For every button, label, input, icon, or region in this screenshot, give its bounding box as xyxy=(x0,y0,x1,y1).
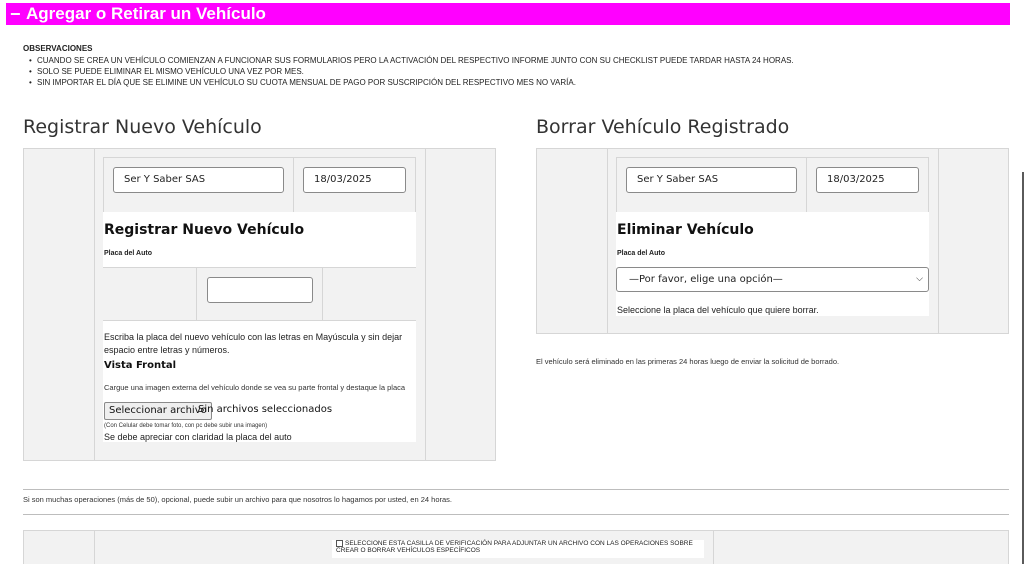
list-item: SOLO SE PUEDE ELIMINAR EL MISMO VEHÍCULO… xyxy=(29,66,794,77)
divider xyxy=(322,267,323,321)
divider xyxy=(23,489,1009,490)
company-field[interactable]: Ser Y Saber SAS xyxy=(626,167,797,193)
divider xyxy=(425,148,426,461)
plate-input[interactable] xyxy=(207,277,313,303)
company-field[interactable]: Ser Y Saber SAS xyxy=(113,167,284,193)
bulk-checkbox[interactable] xyxy=(336,540,343,547)
divider xyxy=(928,157,929,212)
list-item: CUANDO SE CREA UN VEHÍCULO COMIENZAN A F… xyxy=(29,55,794,66)
front-view-help: Cargue una imagen externa del vehículo d… xyxy=(104,383,406,392)
delete-section-title: Borrar Vehículo Registrado xyxy=(536,116,790,138)
select-help-text: Seleccione la placa del vehículo que qui… xyxy=(617,305,819,315)
select-file-button[interactable]: Seleccionar archivo xyxy=(104,402,212,420)
removal-note: El vehículo será eliminado en las primer… xyxy=(536,357,840,366)
clarity-note: Se debe apreciar con claridad la placa d… xyxy=(104,432,292,442)
phone-note: (Con Celular debe tomar foto, con pc deb… xyxy=(104,423,268,429)
divider xyxy=(293,157,294,212)
bulk-checkbox-row[interactable]: SELECCIONE ESTA CASILLA DE VERIFICACIÓN … xyxy=(332,540,704,558)
chevron-down-icon: ⌵ xyxy=(916,274,923,284)
divider xyxy=(103,267,416,268)
front-view-title: Vista Frontal xyxy=(104,360,177,371)
bulk-checkbox-label: SELECCIONE ESTA CASILLA DE VERIFICACIÓN … xyxy=(336,540,693,555)
plate-help-text: Escriba la placa del nuevo vehículo con … xyxy=(104,332,403,355)
divider xyxy=(94,148,95,461)
register-section-title: Registrar Nuevo Vehículo xyxy=(23,116,262,138)
list-item: SIN IMPORTAR EL DÍA QUE SE ELIMINE UN VE… xyxy=(29,77,794,88)
register-form-title: Registrar Nuevo Vehículo xyxy=(104,222,305,238)
divider xyxy=(103,157,416,158)
bulk-note: Si son muchas operaciones (más de 50), o… xyxy=(23,495,453,504)
section-header-title: Agregar o Retirar un Vehículo xyxy=(26,4,266,23)
divider xyxy=(713,530,714,564)
observations-title: OBSERVACIONES xyxy=(23,44,93,53)
section-header[interactable]: − Agregar o Retirar un Vehículo xyxy=(6,3,1010,25)
divider xyxy=(94,530,95,564)
divider xyxy=(415,157,416,212)
plate-label: Placa del Auto xyxy=(104,250,152,257)
divider xyxy=(607,148,608,334)
divider xyxy=(616,157,929,158)
register-form-header xyxy=(103,212,416,268)
plate-select[interactable]: —Por favor, elige una opción— ⌵ xyxy=(616,267,929,292)
observations-list: CUANDO SE CREA UN VEHÍCULO COMIENZAN A F… xyxy=(23,55,794,88)
observations: OBSERVACIONES CUANDO SE CREA UN VEHÍCULO… xyxy=(23,44,794,88)
divider xyxy=(806,157,807,212)
date-field[interactable]: 18/03/2025 xyxy=(816,167,919,193)
delete-form-title: Eliminar Vehículo xyxy=(617,222,754,238)
divider xyxy=(196,267,197,321)
divider xyxy=(616,157,617,212)
plate-label: Placa del Auto xyxy=(617,250,665,257)
plate-select-value: —Por favor, elige una opción— xyxy=(629,274,783,285)
divider xyxy=(103,157,104,212)
collapse-icon[interactable]: − xyxy=(10,3,26,25)
file-status: Sin archivos seleccionados xyxy=(198,404,333,415)
divider xyxy=(938,148,939,334)
divider xyxy=(23,514,1009,515)
date-field[interactable]: 18/03/2025 xyxy=(303,167,406,193)
